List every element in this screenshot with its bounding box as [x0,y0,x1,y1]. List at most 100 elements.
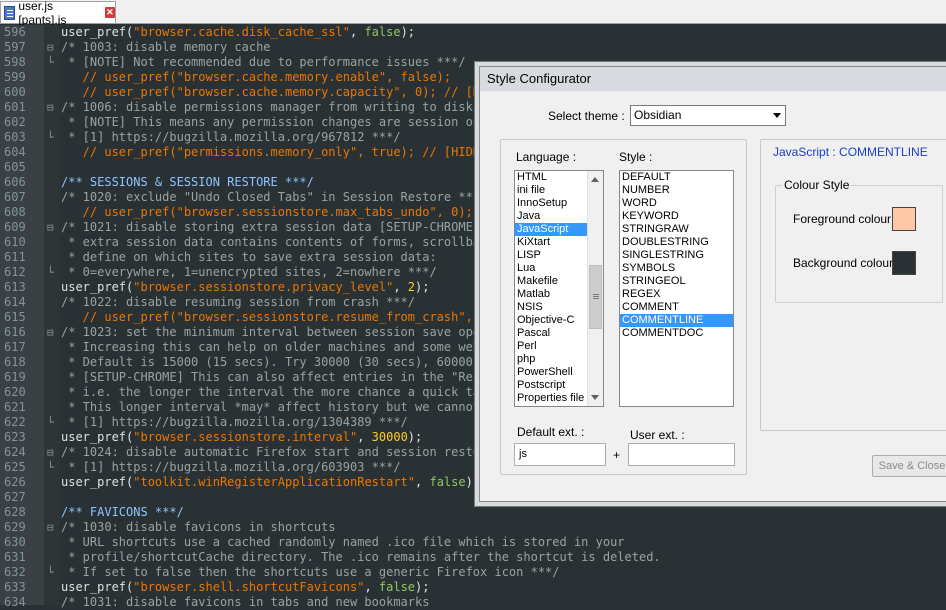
line-number: 598 [4,55,26,69]
scroll-thumb[interactable] [589,265,602,329]
code-text: // user_pref("permissions.memory_only", … [61,145,502,160]
code-token: "browser.sessionstore.privacy_level" [133,280,394,294]
code-token: user_pref( [61,430,134,444]
code-line[interactable]: 596 user_pref("browser.cache.disk_cache_s… [0,25,946,40]
scroll-up-icon[interactable] [591,177,599,182]
code-text: /* 1006: disable permissions manager fro… [61,100,545,115]
background-colour-swatch[interactable] [892,251,916,275]
code-line[interactable]: 597 ⊟ /* 1003: disable memory cache [0,40,946,55]
line-number: 603 [4,130,26,144]
fold-marker-icon[interactable]: └ [47,55,57,70]
fold-marker-icon[interactable]: └ [47,460,57,475]
style-item[interactable]: KEYWORD [620,210,733,223]
style-item[interactable]: DOUBLESTRING [620,236,733,249]
colour-style-label: Colour Style [782,178,852,192]
grip-icon [593,294,599,295]
code-token: ); [465,475,481,489]
fold-marker-icon[interactable]: └ [47,565,57,580]
scroll-down-icon[interactable] [591,395,599,400]
code-line[interactable]: 632 └ * If set to false then the shortcut… [0,565,946,580]
style-item[interactable]: WORD [620,197,733,210]
style-list[interactable]: DEFAULT NUMBER WORD KEYWORD STRINGRAW DOUBLES… [619,170,734,407]
foreground-colour-swatch[interactable] [892,207,916,231]
style-item[interactable]: STRINGEOL [620,275,733,288]
code-token: /* 1003: disable memory cache [61,40,271,54]
line-number: 626 [4,475,26,489]
style-item[interactable]: DEFAULT [620,171,733,184]
style-item[interactable]: SYMBOLS [620,262,733,275]
line-number: 634 [4,595,26,609]
fold-marker-icon[interactable]: └ [47,130,57,145]
fold-marker-icon[interactable]: ⊟ [47,325,57,340]
code-token: * [1] https://bugzilla.mozilla.org/13043… [61,415,408,429]
line-number: 629 [4,520,26,534]
language-list[interactable]: HTML ini file InnoSetup Java JavaScript KiXta… [514,170,604,407]
code-text: /* 1021: disable storing extra session d… [61,220,480,235]
style-item[interactable]: REGEX [620,288,733,301]
code-token: , [350,25,365,39]
code-token: /* 1022: disable resuming session from c… [61,295,416,309]
code-line[interactable]: 629 ⊟ /* 1030: disable favicons in shortcu… [0,520,946,535]
user-ext-field[interactable] [628,443,735,466]
style-item[interactable]: COMMENTLINE [620,314,733,327]
fold-marker-icon[interactable]: ⊟ [47,40,57,55]
code-token: /* 1006: disable permissions manager fro… [61,100,546,114]
line-number: 617 [4,340,26,354]
line-number: 604 [4,145,26,159]
tab-user-js[interactable]: user.js [pants].js ✕ [0,0,116,27]
theme-label: Select theme : [548,109,625,123]
fold-marker-icon[interactable]: ⊟ [47,520,57,535]
language-style-panel: Language : Style : HTML ini file InnoSetup… [500,139,747,475]
background-colour-label: Background colour [793,256,894,270]
line-number: 633 [4,580,26,594]
code-line[interactable]: 634 /* 1031: disable favicons in tabs and… [0,595,946,610]
style-item[interactable]: COMMENTDOC [620,327,733,340]
code-token: /* 1020: exclude "Undo Closed Tabs" in S… [61,190,488,204]
code-token: * [NOTE] This means any permission chang… [61,115,495,129]
code-line[interactable]: 630 * URL shortcuts use a cached randoml… [0,535,946,550]
style-label: Style : [619,150,653,164]
style-item[interactable]: SINGLESTRING [620,249,733,262]
foreground-colour-label: Foreground colour [793,212,892,226]
close-tab-icon[interactable]: ✕ [104,7,115,18]
code-token: /* 1023: set the minimum interval betwee… [61,325,531,339]
code-token: ); [415,580,430,594]
theme-select[interactable]: Obsidian [630,105,786,126]
code-text: /* 1022: disable resuming session from c… [61,295,415,310]
fold-marker-icon[interactable]: └ [47,415,57,430]
save-close-button[interactable]: Save & Close [872,455,946,477]
language-list-scrollbar[interactable] [587,171,603,406]
fold-marker-icon[interactable]: ⊟ [47,100,57,115]
code-token: ); [415,280,430,294]
code-text: /* 1030: disable favicons in shortcuts [61,520,336,535]
code-token: // user_pref("browser.cache.memory.enabl… [61,70,452,84]
code-token: "browser.sessionstore.interval" [133,430,358,444]
style-item[interactable]: NUMBER [620,184,733,197]
dialog-title: Style Configurator [480,67,946,91]
style-item[interactable]: COMMENT [620,301,733,314]
line-number: 605 [4,160,26,174]
user-ext-label: User ext. : [630,428,685,442]
code-line[interactable]: 631 * profile/shortcutCache directory. T… [0,550,946,565]
default-ext-field[interactable]: js [514,443,606,466]
code-token: , [393,280,408,294]
code-token: // user_pref("browser.cache.memory.capac… [61,85,524,99]
code-text: * profile/shortcutCache directory. The .… [61,550,660,565]
code-token: * If set to false then the shortcuts use… [61,565,560,579]
style-item[interactable]: STRINGRAW [620,223,733,236]
code-text: user_pref("toolkit.winRegisterApplicatio… [61,475,480,490]
code-text: /* 1023: set the minimum interval betwee… [61,325,531,340]
line-number: 602 [4,115,26,129]
code-line[interactable]: 628 /** FAVICONS ***/ [0,505,946,520]
line-number: 608 [4,205,26,219]
fold-marker-icon[interactable]: ⊟ [47,220,57,235]
line-number: 613 [4,280,26,294]
fold-marker-icon[interactable]: └ [47,265,57,280]
code-token: user_pref( [61,580,134,594]
line-number: 597 [4,40,26,54]
tab-bar: user.js [pants].js ✕ [0,0,946,27]
style-configurator-dialog: Style Configurator Select theme : Obsidi… [479,66,946,502]
code-line[interactable]: 633 user_pref("browser.shell.shortcutFavi… [0,580,946,595]
code-token: 2 [407,280,416,294]
fold-marker-icon[interactable]: ⊟ [47,445,57,460]
